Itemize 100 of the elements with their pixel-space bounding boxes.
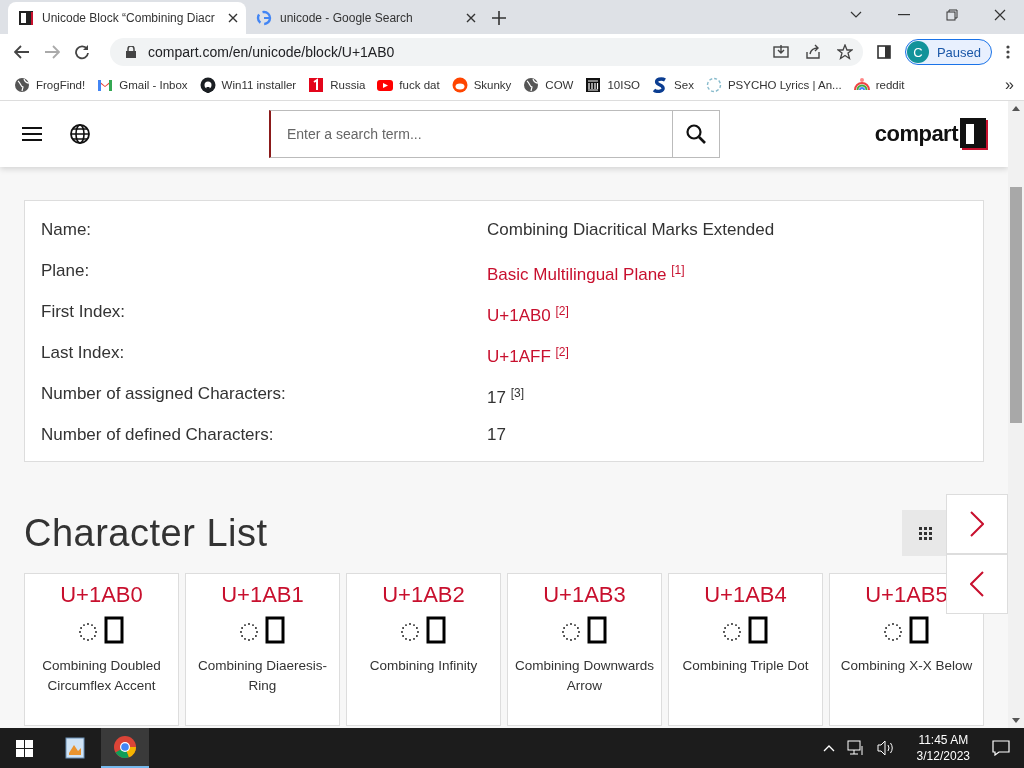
scroll-down-icon[interactable]	[1012, 718, 1020, 724]
field-label: Number of defined Characters:	[41, 423, 275, 446]
field-value: 17 $^{[3]}$	[487, 385, 525, 409]
avatar: C	[906, 41, 929, 63]
profile-button[interactable]: C Paused	[904, 39, 992, 65]
globe-icon	[523, 77, 540, 93]
share-icon[interactable]	[804, 44, 821, 60]
character-name: Combining Triple Dot	[681, 657, 810, 675]
chrome-logo-icon	[113, 735, 137, 759]
code-point: U+1AB4	[704, 582, 787, 608]
more-bookmarks-button[interactable]: »	[1005, 76, 1014, 94]
restore-icon[interactable]	[946, 9, 958, 21]
glyph-drawing	[78, 616, 125, 646]
windows-logo-icon[interactable]	[16, 739, 33, 757]
menu-icon[interactable]	[22, 126, 42, 142]
search-button[interactable]	[672, 110, 720, 158]
side-panel-icon[interactable]	[876, 45, 891, 59]
scroll-up-icon[interactable]	[1012, 105, 1020, 111]
bookmark[interactable]: 10ISO	[585, 77, 641, 93]
link[interactable]: Basic Multilingual Plane $^{[1]}$	[487, 250, 967, 291]
browser-tab[interactable]: unicode - Google Search	[246, 2, 484, 34]
bookmark[interactable]: Russia	[308, 77, 366, 93]
speaker-icon[interactable]	[876, 740, 895, 756]
star-icon[interactable]	[836, 44, 853, 60]
envelope-icon	[97, 77, 114, 93]
minimize-icon[interactable]	[898, 14, 910, 16]
globe-icon[interactable]	[70, 124, 90, 144]
clock-time: 11:45 AM	[918, 732, 969, 748]
grid-icon	[918, 526, 932, 540]
bookmark[interactable]: Skunky	[451, 77, 512, 93]
link[interactable]: U+1AB0 $^{[2]}$	[487, 291, 967, 332]
close-icon[interactable]	[466, 13, 476, 23]
close-icon[interactable]	[994, 9, 1006, 21]
scrollbar[interactable]	[1008, 101, 1024, 728]
character-name: Combining Infinity	[368, 657, 479, 675]
more-icon[interactable]	[1006, 45, 1010, 59]
field-label: Name:	[41, 218, 93, 241]
play-button-icon	[377, 77, 394, 93]
reload-icon[interactable]	[74, 44, 90, 60]
bookmark[interactable]: fuck dat	[377, 77, 440, 93]
bookmark[interactable]: Win11 installer	[199, 77, 297, 93]
glyph-drawing	[883, 616, 930, 646]
character-card[interactable]: U+1AB0 Combining Doubled Circumflex Accent	[24, 573, 179, 726]
glyph-drawing	[239, 616, 286, 646]
grid-view-button[interactable]	[902, 510, 948, 556]
back-arrow-icon[interactable]	[14, 45, 30, 59]
bookmark[interactable]: FrogFind!	[14, 77, 86, 93]
field-label: First Index:	[41, 300, 127, 323]
search-field[interactable]: Enter a search term...	[269, 110, 672, 158]
browser-tab[interactable]: Unicode Block “Combining Diacr	[8, 2, 246, 34]
code-point: U+1AB0	[60, 582, 143, 608]
logo[interactable]: compart	[874, 118, 988, 150]
character-card[interactable]: U+1AB2 Combining Infinity	[346, 573, 501, 726]
logo-text: compart	[874, 121, 958, 147]
search-icon	[686, 124, 706, 144]
bookmark[interactable]: reddit	[853, 77, 905, 93]
taskbar-button[interactable]	[101, 728, 149, 768]
scrollbar-thumb[interactable]	[1010, 187, 1022, 423]
network-icon[interactable]	[846, 740, 865, 756]
chevron-up-icon[interactable]	[822, 744, 835, 752]
address-bar[interactable]: compart.com/en/unicode/block/U+1AB0	[110, 38, 863, 66]
clock[interactable]: 11:45 AM 3/12/2023	[916, 732, 970, 764]
bookmark[interactable]: COW	[523, 77, 574, 93]
glyph-drawing	[561, 616, 608, 646]
code-point: U+1AB2	[382, 582, 465, 608]
character-card[interactable]: U+1AB3 Combining Downwards Arrow	[507, 573, 662, 726]
bookmark[interactable]: PSYCHO Lyrics | An...	[705, 77, 842, 93]
install-icon[interactable]	[772, 44, 789, 60]
code-point: U+1AB3	[543, 582, 626, 608]
notification-icon[interactable]	[992, 740, 1010, 756]
globe-icon	[14, 77, 30, 93]
plus-icon[interactable]	[492, 11, 506, 25]
character-name: Combining Downwards Arrow	[514, 657, 655, 695]
tab-title: unicode - Google Search	[280, 11, 414, 25]
profile-status: Paused	[936, 44, 981, 60]
field-label: Last Index:	[41, 341, 126, 364]
square-logo-icon	[18, 10, 34, 26]
field-label: Number of assigned Characters:	[41, 382, 287, 405]
character-card[interactable]: U+1AB1 Combining Diaeresis-Ring	[185, 573, 340, 726]
glyph-drawing	[722, 616, 769, 646]
columns-building-icon	[585, 77, 602, 93]
code-point: U+1AB5	[865, 582, 948, 608]
character-name: Combining Doubled Circumflex Accent	[41, 657, 162, 695]
close-icon[interactable]	[228, 13, 238, 23]
character-card[interactable]: U+1AB4 Combining Triple Dot	[668, 573, 823, 726]
glyph-drawing	[400, 616, 447, 646]
character-name: Combining X-X Below	[839, 657, 974, 675]
bookmark[interactable]: Sex	[652, 77, 694, 93]
rainbow-icon	[853, 77, 870, 93]
lock-icon	[126, 46, 136, 58]
link[interactable]: U+1AFF $^{[2]}$	[487, 332, 967, 373]
chevron-left-icon	[970, 571, 984, 597]
character-card[interactable]: U+1AB5 Combining X-X Below	[829, 573, 984, 726]
logo-mark-icon	[960, 118, 988, 150]
chevron-down-icon[interactable]	[850, 11, 862, 19]
tab-title: Unicode Block “Combining Diacr	[42, 11, 216, 25]
numeral-tile-icon	[308, 77, 325, 93]
bookmark[interactable]: Gmail - Inbox	[97, 77, 188, 93]
field-value: Combining Diacritical Marks Extended	[487, 219, 776, 241]
image-viewer-icon[interactable]	[65, 737, 85, 759]
